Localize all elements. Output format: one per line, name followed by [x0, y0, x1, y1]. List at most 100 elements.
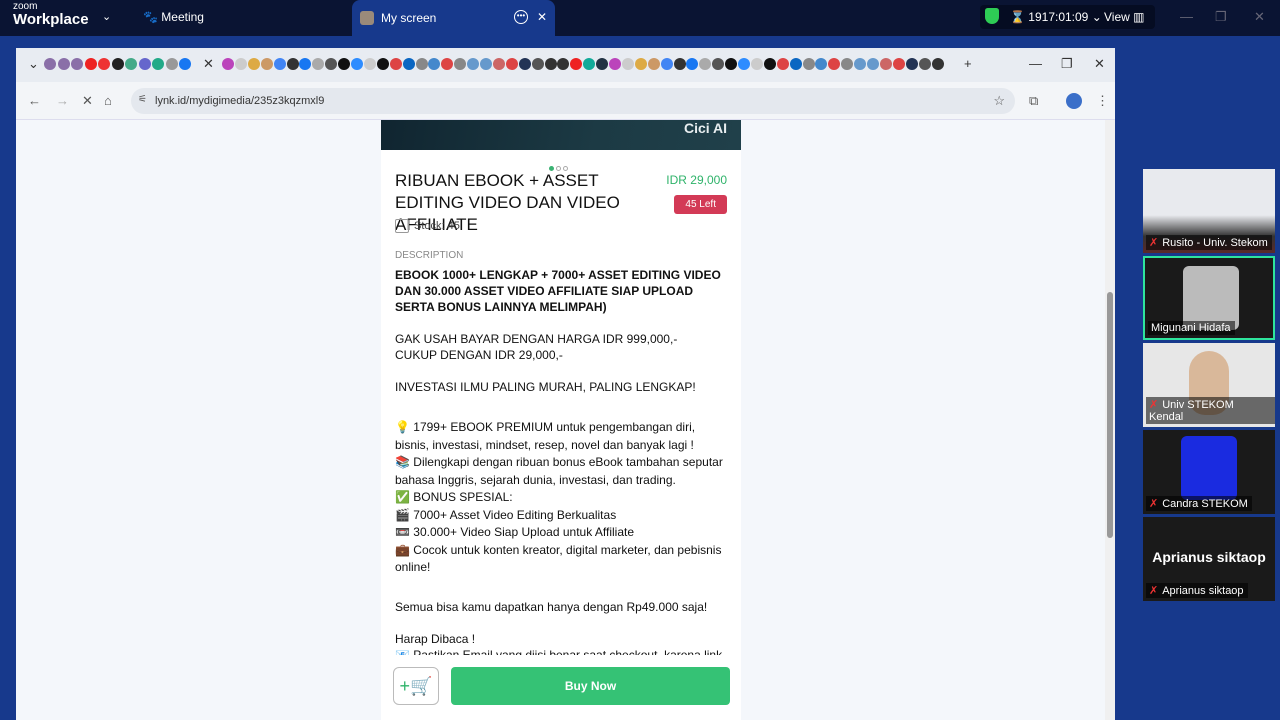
tab-favicon-icon[interactable] [557, 58, 570, 70]
participant-tile[interactable]: Aprianus siktaop ✗ Aprianus siktaop [1143, 517, 1275, 601]
tab-search-icon[interactable]: ⌄ [28, 56, 39, 72]
tab-favicon-icon[interactable] [338, 58, 351, 70]
pinned-tab-favicon-icon[interactable] [84, 58, 97, 70]
tab-favicon-icon[interactable] [867, 58, 879, 70]
extensions-icon[interactable]: ⧉ [1029, 93, 1038, 109]
tab-favicon-icon[interactable] [892, 58, 905, 70]
pinned-tab-favicon-icon[interactable] [57, 58, 70, 70]
stop-icon[interactable]: ✕ [82, 93, 93, 109]
tab-favicon-icon[interactable] [686, 58, 699, 70]
tab-favicon-icon[interactable] [222, 58, 234, 70]
tab-favicon-icon[interactable] [609, 58, 621, 70]
pinned-tab-favicon-icon[interactable] [179, 58, 191, 70]
tab-favicon-icon[interactable] [931, 58, 944, 70]
tab-favicon-icon[interactable] [441, 58, 454, 70]
tab-favicon-icon[interactable] [376, 58, 389, 70]
tab-favicon-icon[interactable] [673, 58, 686, 70]
tab-favicon-icon[interactable] [660, 58, 673, 70]
tab-favicon-icon[interactable] [905, 58, 918, 70]
tab-favicon-icon[interactable] [325, 58, 338, 70]
tab-favicon-icon[interactable] [647, 58, 660, 70]
tab-favicon-icon[interactable] [841, 58, 854, 70]
tab-favicon-icon[interactable] [815, 58, 828, 70]
my-screen-tab[interactable]: My screen ••• ✕ [352, 0, 555, 36]
tab-favicon-icon[interactable] [312, 58, 325, 70]
profile-avatar[interactable] [1066, 93, 1082, 109]
url-input[interactable]: ⚟ lynk.id/mydigimedia/235z3kqzmxl9 ☆ [131, 88, 1015, 114]
participant-tile[interactable]: ✗ Rusito - Univ. Stekom [1143, 169, 1275, 253]
tab-favicon-icon[interactable] [273, 58, 286, 70]
new-tab-icon[interactable]: + [964, 56, 972, 71]
tab-favicon-icon[interactable] [531, 58, 544, 70]
tab-favicon-icon[interactable] [544, 58, 557, 70]
tab-favicon-icon[interactable] [234, 58, 247, 70]
minimize-icon[interactable]: — [1029, 56, 1042, 71]
star-icon[interactable]: ☆ [993, 93, 1005, 109]
pinned-tab-favicon-icon[interactable] [71, 58, 83, 70]
tab-favicon-icon[interactable] [505, 58, 518, 70]
tab-favicon-icon[interactable] [699, 58, 712, 70]
menu-icon[interactable]: ⋮ [1096, 93, 1109, 109]
tab-favicon-icon[interactable] [879, 58, 892, 70]
tab-favicon-icon[interactable] [518, 58, 531, 70]
tab-favicon-icon[interactable] [621, 58, 634, 70]
forward-icon[interactable]: → [56, 93, 69, 108]
timer[interactable]: ⌛ 1917:01:09 ⌄ [1010, 10, 1102, 24]
tab-favicon-icon[interactable] [351, 58, 363, 70]
pinned-tab-favicon-icon[interactable] [98, 58, 110, 70]
pinned-tab-favicon-icon[interactable] [138, 58, 151, 70]
tab-favicon-icon[interactable] [712, 58, 725, 70]
tab-favicon-icon[interactable] [596, 58, 609, 70]
minimize-icon[interactable]: — [1180, 9, 1193, 24]
meeting-tab[interactable]: 🐾 Meeting [143, 10, 204, 24]
tab-favicon-icon[interactable] [389, 58, 402, 70]
participant-tile[interactable]: ✗ Univ STEKOM Kendal [1143, 343, 1275, 427]
participant-tile-active[interactable]: Migunani Hidafa [1143, 256, 1275, 340]
tab-favicon-icon[interactable] [750, 58, 763, 70]
home-icon[interactable]: ⌂ [104, 93, 112, 108]
chevron-down-icon[interactable]: ⌄ [102, 10, 111, 23]
tab-favicon-icon[interactable] [583, 58, 596, 70]
pinned-tab-favicon-icon[interactable] [152, 58, 164, 70]
tab-favicon-icon[interactable] [854, 58, 867, 70]
tab-favicon-icon[interactable] [247, 58, 260, 70]
pinned-tab-favicon-icon[interactable] [44, 58, 56, 70]
tab-favicon-icon[interactable] [789, 58, 802, 70]
restore-icon[interactable]: ❐ [1061, 56, 1073, 72]
close-icon[interactable]: ✕ [537, 10, 547, 24]
more-icon[interactable]: ••• [514, 10, 528, 24]
tab-favicon-icon[interactable] [299, 58, 312, 70]
add-to-cart-button[interactable]: +🛒 [393, 667, 439, 705]
tab-favicon-icon[interactable] [802, 58, 815, 70]
close-tab-icon[interactable]: ✕ [203, 56, 214, 72]
tab-favicon-icon[interactable] [725, 58, 738, 70]
tab-favicon-icon[interactable] [738, 58, 750, 70]
scrollbar-thumb[interactable] [1107, 292, 1113, 538]
tab-favicon-icon[interactable] [570, 58, 583, 70]
close-window-icon[interactable]: ✕ [1254, 9, 1265, 25]
tab-favicon-icon[interactable] [428, 58, 441, 70]
tab-favicon-icon[interactable] [467, 58, 480, 70]
pinned-tab-favicon-icon[interactable] [165, 58, 178, 70]
scrollbar[interactable] [1105, 120, 1115, 720]
site-info-icon[interactable]: ⚟ [138, 94, 147, 105]
pinned-tab-favicon-icon[interactable] [125, 58, 137, 70]
tab-favicon-icon[interactable] [776, 58, 789, 70]
back-icon[interactable]: ← [28, 93, 41, 108]
tab-favicon-icon[interactable] [454, 58, 467, 70]
close-icon[interactable]: ✕ [1094, 56, 1105, 72]
view-button[interactable]: View ▥ [1104, 10, 1144, 24]
buy-now-button[interactable]: Buy Now [451, 667, 730, 705]
tab-favicon-icon[interactable] [415, 58, 428, 70]
tab-favicon-icon[interactable] [634, 58, 647, 70]
tab-favicon-icon[interactable] [480, 58, 492, 70]
tab-favicon-icon[interactable] [363, 58, 376, 70]
tab-favicon-icon[interactable] [828, 58, 841, 70]
pinned-tab-favicon-icon[interactable] [111, 58, 124, 70]
product-image[interactable]: Cici AI [381, 120, 741, 150]
tab-favicon-icon[interactable] [260, 58, 273, 70]
tab-favicon-icon[interactable] [286, 58, 299, 70]
tab-favicon-icon[interactable] [402, 58, 415, 70]
tab-favicon-icon[interactable] [763, 58, 776, 70]
participant-tile[interactable]: ✗ Candra STEKOM [1143, 430, 1275, 514]
